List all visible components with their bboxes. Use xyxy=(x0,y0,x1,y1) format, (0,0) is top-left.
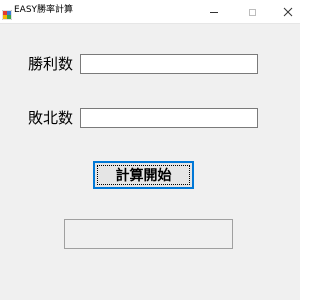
wins-input[interactable] xyxy=(80,54,258,74)
title-bar[interactable]: EASY勝率計算 xyxy=(0,0,300,24)
maximize-icon xyxy=(248,8,256,16)
maximize-button[interactable] xyxy=(240,0,264,24)
window-title: EASY勝率計算 xyxy=(14,5,74,15)
losses-input[interactable] xyxy=(80,108,258,128)
app-window: EASY勝率計算 勝利数 敗北数 計算開始 xyxy=(0,0,300,300)
start-calculation-button[interactable]: 計算開始 xyxy=(93,161,194,189)
result-display xyxy=(64,219,233,249)
close-icon xyxy=(283,7,293,17)
wins-label: 勝利数 xyxy=(28,55,74,73)
minimize-button[interactable] xyxy=(202,0,226,24)
minimize-icon xyxy=(210,11,218,13)
close-button[interactable] xyxy=(276,0,300,24)
start-calculation-button-label: 計算開始 xyxy=(115,168,172,184)
losses-label: 敗北数 xyxy=(28,109,74,127)
app-icon xyxy=(1,5,13,21)
